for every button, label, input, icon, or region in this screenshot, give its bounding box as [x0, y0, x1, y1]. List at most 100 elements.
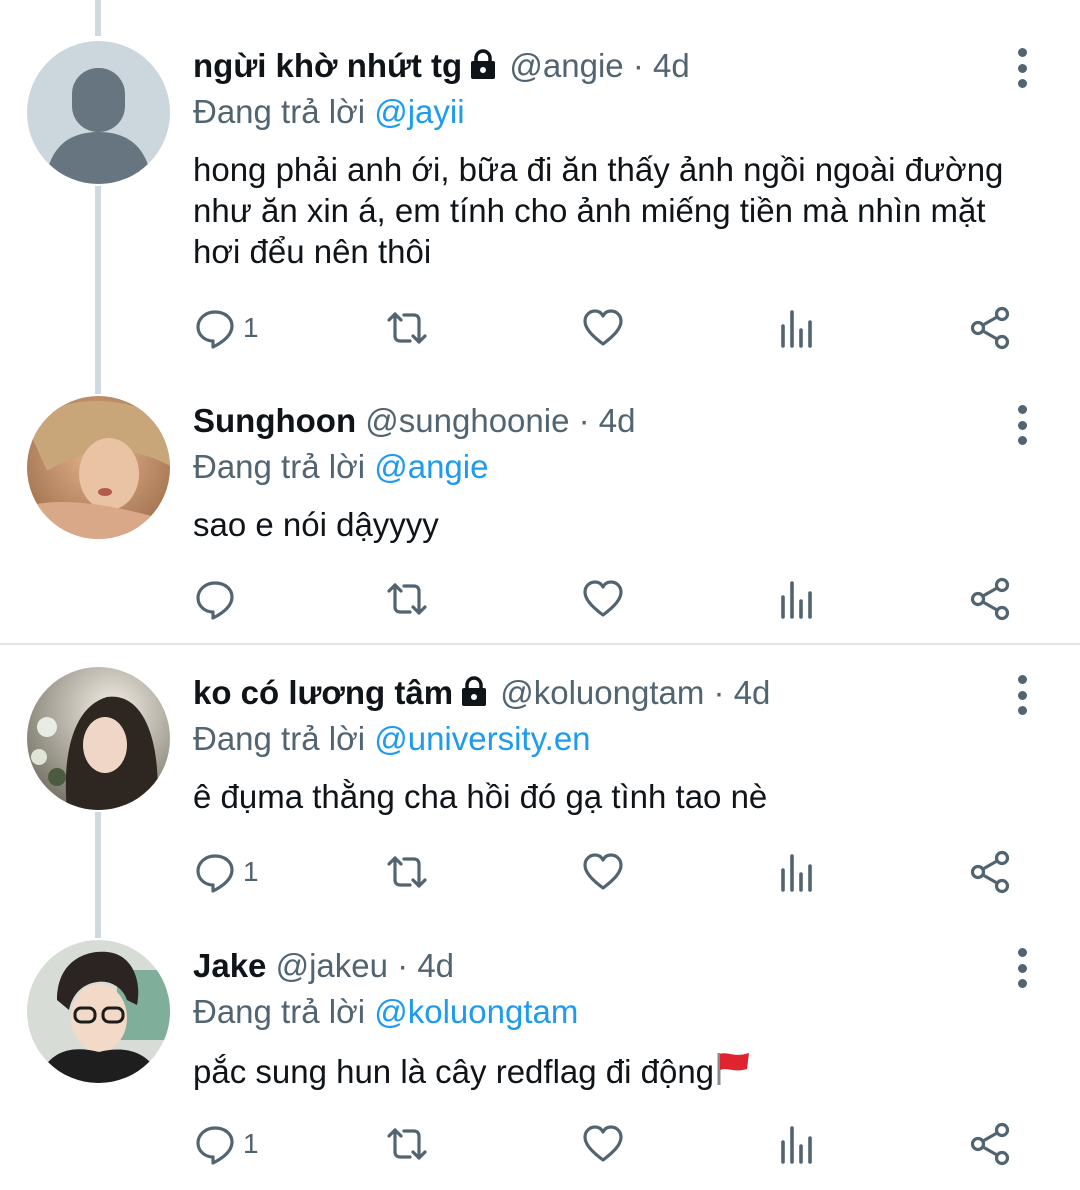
- like-button[interactable]: [581, 848, 625, 896]
- replying-to: Đang trả lời @koluongtam: [193, 992, 578, 1032]
- more-options-button[interactable]: [1010, 405, 1034, 445]
- display-name[interactable]: ngừi khờ nhứt tg: [193, 47, 462, 84]
- more-options-button[interactable]: [1010, 948, 1034, 988]
- timestamp[interactable]: 4d: [734, 674, 771, 711]
- share-button[interactable]: [969, 848, 1013, 896]
- more-options-button[interactable]: [1010, 48, 1034, 88]
- share-button[interactable]: [969, 1120, 1013, 1168]
- share-button[interactable]: [969, 304, 1013, 352]
- heart-icon: [583, 309, 623, 346]
- display-name[interactable]: Jake: [193, 947, 266, 984]
- retweet-button[interactable]: [385, 848, 429, 896]
- share-icon: [970, 850, 1010, 894]
- user-handle[interactable]: @sunghoonie: [365, 402, 569, 439]
- views-chart-icon: [781, 1126, 812, 1164]
- share-icon: [970, 577, 1010, 621]
- mention-link[interactable]: @university.en: [374, 720, 590, 757]
- tweet-text: pắc sung hun là cây redflag đi động: [193, 1049, 1013, 1096]
- tweet-header: ngừi khờ nhứt tg @angie · 4d: [193, 46, 690, 89]
- lock-icon: [459, 675, 489, 716]
- replying-to: Đang trả lời @angie: [193, 447, 488, 487]
- more-options-button[interactable]: [1010, 675, 1034, 715]
- timestamp[interactable]: 4d: [599, 402, 636, 439]
- tweet-header: Sunghoon @sunghoonie · 4d: [193, 401, 636, 441]
- reply-button[interactable]: 1: [193, 848, 259, 896]
- reply-icon: [196, 854, 234, 893]
- separator-dot: ·: [397, 947, 409, 984]
- replying-to: Đang trả lời @jayii: [193, 92, 465, 132]
- retweet-icon: [387, 1128, 427, 1160]
- views-button[interactable]: [775, 848, 819, 896]
- share-icon: [970, 1122, 1010, 1166]
- reply-button[interactable]: 1: [193, 1120, 259, 1168]
- tweet-text-content: pắc sung hun là cây redflag đi động: [193, 1053, 715, 1090]
- views-chart-icon: [781, 310, 812, 348]
- views-chart-icon: [781, 854, 812, 892]
- mention-link[interactable]: @angie: [374, 448, 488, 485]
- mention-link[interactable]: @jayii: [374, 93, 464, 130]
- tweet-actions: [193, 575, 1023, 623]
- user-photo-avatar: [27, 396, 170, 539]
- replying-to-label: Đang trả lời: [193, 93, 366, 130]
- views-button[interactable]: [775, 575, 819, 623]
- reply-icon: [196, 581, 234, 620]
- mention-link[interactable]: @koluongtam: [374, 993, 578, 1030]
- user-photo-avatar: [27, 940, 170, 1083]
- tweet-header: ko có lương tâm @koluongtam · 4d: [193, 673, 770, 716]
- share-button[interactable]: [969, 575, 1013, 623]
- like-button[interactable]: [581, 1120, 625, 1168]
- reply-icon: [196, 310, 234, 349]
- avatar[interactable]: [27, 667, 170, 810]
- views-button[interactable]: [775, 304, 819, 352]
- avatar[interactable]: [27, 41, 170, 184]
- tweet[interactable]: Sunghoon @sunghoonie · 4d Đang trả lời @…: [0, 395, 1080, 643]
- default-avatar-icon: [27, 41, 170, 184]
- like-button[interactable]: [581, 304, 625, 352]
- avatar[interactable]: [27, 396, 170, 539]
- retweet-icon: [387, 583, 427, 615]
- lock-icon: [468, 48, 498, 89]
- retweet-button[interactable]: [385, 304, 429, 352]
- tweet-text: hong phải anh ới, bữa đi ăn thấy ảnh ngồ…: [193, 151, 1004, 270]
- replying-to-label: Đang trả lời: [193, 720, 366, 757]
- reply-count: 1: [243, 312, 259, 343]
- tweet[interactable]: ngừi khờ nhứt tg @angie · 4d Đang trả lờ…: [0, 0, 1080, 395]
- share-icon: [970, 306, 1010, 350]
- user-handle[interactable]: @jakeu: [276, 947, 388, 984]
- retweet-icon: [387, 312, 427, 344]
- tweet[interactable]: Jake @jakeu · 4d Đang trả lời @koluongta…: [0, 920, 1080, 1190]
- reply-count: 1: [243, 856, 259, 887]
- retweet-icon: [387, 856, 427, 888]
- tweet[interactable]: ko có lương tâm @koluongtam · 4d Đang tr…: [0, 645, 1080, 920]
- tweet-text: ê đụma thằng cha hồi đó gạ tình tao nè: [193, 778, 768, 815]
- retweet-button[interactable]: [385, 1120, 429, 1168]
- separator-dot: ·: [632, 47, 644, 84]
- replying-to: Đang trả lời @university.en: [193, 719, 591, 759]
- user-handle[interactable]: @koluongtam: [500, 674, 704, 711]
- heart-icon: [583, 853, 623, 890]
- reply-icon: [196, 1126, 234, 1165]
- retweet-button[interactable]: [385, 575, 429, 623]
- tweet-actions: 1: [193, 848, 1023, 896]
- timestamp[interactable]: 4d: [653, 47, 690, 84]
- views-button[interactable]: [775, 1120, 819, 1168]
- reply-button[interactable]: 1: [193, 304, 259, 352]
- red-flag-emoji: [714, 1049, 752, 1096]
- user-photo-avatar: [27, 667, 170, 810]
- display-name[interactable]: Sunghoon: [193, 402, 356, 439]
- replying-to-label: Đang trả lời: [193, 448, 366, 485]
- timestamp[interactable]: 4d: [417, 947, 454, 984]
- reply-button[interactable]: [193, 575, 243, 623]
- like-button[interactable]: [581, 575, 625, 623]
- tweet-actions: 1: [193, 304, 1023, 352]
- tweet-text: sao e nói dậyyyy: [193, 506, 439, 543]
- heart-icon: [583, 1125, 623, 1162]
- reply-count: 1: [243, 1128, 259, 1159]
- replying-to-label: Đang trả lời: [193, 993, 366, 1030]
- avatar[interactable]: [27, 940, 170, 1083]
- user-handle[interactable]: @angie: [509, 47, 623, 84]
- heart-icon: [583, 580, 623, 617]
- views-chart-icon: [781, 581, 812, 619]
- separator-dot: ·: [578, 402, 590, 439]
- display-name[interactable]: ko có lương tâm: [193, 674, 453, 711]
